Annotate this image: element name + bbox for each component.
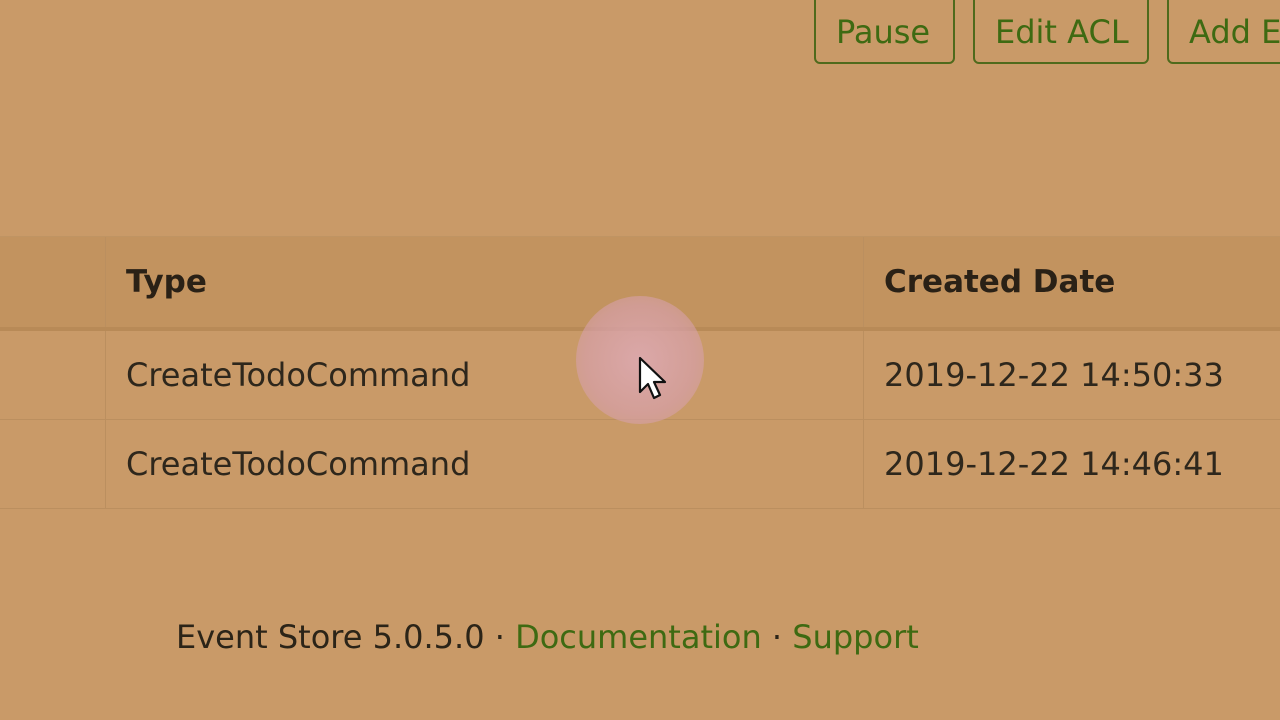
pause-button[interactable]: Pause (814, 0, 955, 64)
stream-page: Pause Edit ACL Add E Type Created Date C… (0, 0, 1280, 720)
row-name-cell[interactable] (0, 420, 106, 508)
header-cell-created-date: Created Date (884, 264, 1116, 300)
page-footer: Event Store 5.0.5.0 · Documentation · Su… (176, 618, 919, 656)
footer-separator: · (771, 618, 783, 656)
stream-toolbar: Pause Edit ACL Add E (814, 0, 1280, 64)
row-type-cell: CreateTodoCommand (106, 331, 864, 419)
row-name-cell[interactable] (0, 331, 106, 419)
arrow-cursor-icon (638, 356, 667, 400)
table-row[interactable]: CreateTodoCommand 2019-12-22 14:46:41 (0, 420, 1280, 509)
product-version: Event Store 5.0.5.0 (176, 618, 485, 656)
header-cell-name (0, 237, 106, 327)
footer-separator: · (494, 618, 505, 656)
row-type-cell: CreateTodoCommand (106, 420, 864, 508)
header-cell-type: Type (106, 237, 864, 327)
row-created-cell: 2019-12-22 14:46:41 (884, 445, 1224, 483)
row-created-cell: 2019-12-22 14:50:33 (884, 356, 1224, 394)
support-link[interactable]: Support (792, 618, 919, 656)
add-event-button[interactable]: Add E (1167, 0, 1280, 64)
edit-acl-button[interactable]: Edit ACL (973, 0, 1149, 64)
documentation-link[interactable]: Documentation (515, 618, 762, 656)
